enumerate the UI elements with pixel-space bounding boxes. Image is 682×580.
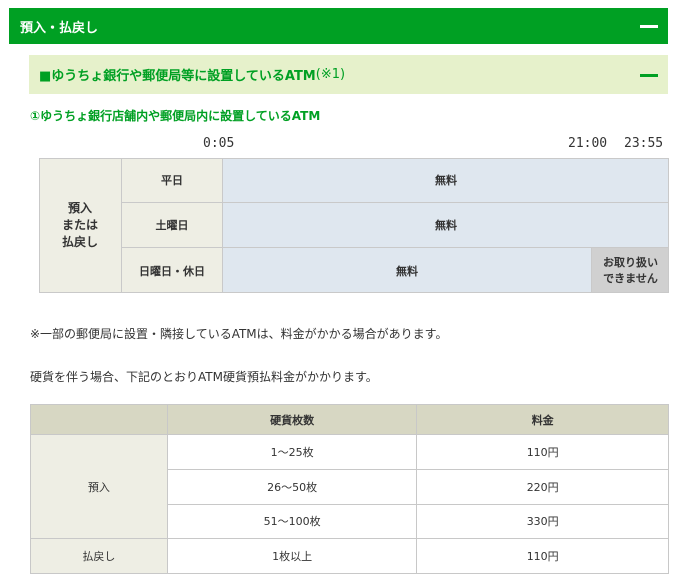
time-end: 23:55 (624, 136, 664, 151)
row-header-line-1: 預入 (67, 201, 92, 215)
time-start: 0:05 (203, 136, 235, 151)
fee-row-header: 預入 または 払戻し (39, 158, 122, 293)
collapse-minus-icon[interactable] (640, 25, 658, 28)
subsection-header-note: (※1) (315, 67, 346, 82)
day-label-saturday: 土曜日 (122, 203, 223, 248)
coin-fee-cell: 330円 (416, 503, 669, 540)
deposit-row-header: 預入 (30, 433, 168, 540)
unavailable-line-1: お取り扱い (603, 255, 658, 269)
coin-fee-cell: 110円 (416, 434, 669, 470)
unavailable-cell: お取り扱い できません (592, 248, 669, 293)
day-label-weekday: 平日 (122, 158, 223, 203)
coin-fee-cell: 220円 (416, 468, 669, 505)
note-partial-fee: ※一部の郵便局に設置・隣接しているATMは、料金がかかる場合があります。 (30, 327, 448, 341)
collapse-minus-icon[interactable] (640, 73, 658, 77)
subsection-header-title: ■ゆうちょ銀行や郵便局等に設置しているATM (39, 69, 316, 84)
withdraw-row-header: 払戻し (30, 538, 168, 574)
table-row: 払戻し 1枚以上 110円 (30, 538, 669, 574)
day-label-holiday: 日曜日・休日 (122, 248, 223, 293)
coin-fee-table: 硬貨枚数 料金 預入 1～25枚 110円 26～50枚 220円 51～100… (30, 404, 669, 574)
fee-cell-weekday: 無料 (223, 158, 669, 203)
coin-fee-cell: 110円 (416, 538, 669, 574)
note-coin-fee: 硬貨を伴う場合、下記のとおりATM硬貨預払料金がかかります。 (30, 370, 378, 384)
section-header-deposit-withdraw[interactable]: 預入・払戻し (9, 8, 668, 44)
coin-table-header-blank (30, 404, 168, 435)
coin-table-header-row: 硬貨枚数 料金 (30, 404, 669, 435)
fee-cell-saturday: 無料 (223, 203, 669, 248)
atm-fee-table: 預入 または 払戻し 平日 無料 土曜日 無料 日曜日・休日 無料 お取り扱い … (39, 158, 669, 293)
coin-count-cell: 26～50枚 (166, 468, 418, 505)
coin-table-header-count: 硬貨枚数 (166, 404, 418, 435)
subsection-header-atm[interactable]: ■ゆうちょ銀行や郵便局等に設置しているATM (※1) (29, 55, 668, 94)
row-header-line-2: または (61, 218, 98, 232)
row-header-line-3: 払戻し (61, 235, 98, 249)
coin-count-cell: 1枚以上 (166, 538, 418, 574)
time-mid: 21:00 (568, 136, 608, 151)
fee-cell-holiday: 無料 (223, 248, 592, 293)
coin-count-cell: 1～25枚 (166, 434, 418, 470)
coin-count-cell: 51～100枚 (166, 503, 418, 540)
table-row: 預入 1～25枚 110円 (30, 433, 669, 540)
atm-type-heading: ①ゆうちょ銀行店舗内や郵便局内に設置しているATM (30, 109, 321, 123)
section-header-title: 預入・払戻し (20, 20, 99, 36)
unavailable-line-2: できません (603, 271, 658, 285)
coin-table-header-fee: 料金 (416, 404, 669, 435)
